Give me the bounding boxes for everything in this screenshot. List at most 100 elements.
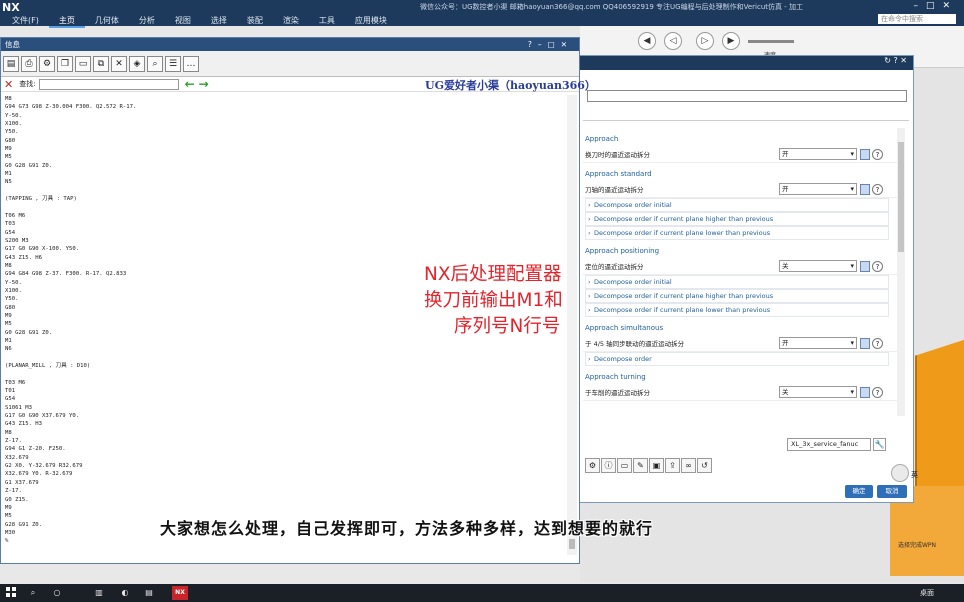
print-icon[interactable]: ⎙ bbox=[21, 55, 37, 72]
code-line: S200 M3 bbox=[5, 237, 29, 244]
next-arrow-icon[interactable]: → bbox=[199, 77, 213, 91]
start-icon[interactable] bbox=[6, 587, 16, 597]
export-icon[interactable]: ⇪ bbox=[665, 458, 680, 473]
decompose-order-row[interactable]: Decompose order if current plane higher … bbox=[585, 289, 889, 303]
tray-label: 桌面 bbox=[920, 589, 934, 597]
app-icon[interactable]: ▥ bbox=[92, 586, 106, 600]
section-header[interactable]: Approach bbox=[583, 132, 905, 146]
menu-item[interactable]: 几何体 bbox=[85, 15, 129, 28]
scrollbar-thumb[interactable] bbox=[898, 142, 904, 252]
clear-icon[interactable]: ✕ bbox=[111, 55, 127, 72]
book-icon[interactable] bbox=[860, 337, 870, 349]
edit-file-icon[interactable]: ✎ bbox=[633, 458, 648, 473]
code-line: Y50. bbox=[5, 129, 19, 136]
menu-item[interactable]: 视图 bbox=[165, 15, 201, 28]
menu-item[interactable]: 选择 bbox=[201, 15, 237, 28]
code-scrollbar[interactable] bbox=[567, 95, 577, 555]
property-select[interactable]: 关 bbox=[779, 386, 857, 398]
window-controls[interactable]: –□✕ bbox=[913, 1, 958, 11]
close-find-icon[interactable]: ✕ bbox=[4, 78, 13, 91]
duplicate-icon[interactable]: ⧉ bbox=[93, 55, 109, 72]
decompose-order-row[interactable]: Decompose order if current plane lower t… bbox=[585, 226, 889, 240]
book-icon[interactable] bbox=[860, 148, 870, 160]
wrench-icon[interactable]: 🔧 bbox=[873, 438, 886, 451]
paste-icon[interactable]: ▭ bbox=[75, 55, 91, 72]
book-icon[interactable] bbox=[860, 183, 870, 195]
folder-icon[interactable]: ▭ bbox=[617, 458, 632, 473]
help-icon[interactable]: ? bbox=[894, 56, 898, 65]
post-file-select[interactable]: XL_3x_service_fanuc bbox=[787, 438, 871, 451]
task-view-icon[interactable]: ○ bbox=[50, 586, 64, 600]
code-line: M9 bbox=[5, 504, 12, 511]
filter-field[interactable] bbox=[587, 90, 907, 102]
speed-slider[interactable] bbox=[748, 40, 794, 43]
help-icon[interactable]: ? bbox=[872, 260, 883, 272]
menu-item[interactable]: 渲染 bbox=[273, 15, 309, 28]
menu-item[interactable]: 装配 bbox=[237, 15, 273, 28]
menu-item[interactable]: 分析 bbox=[129, 15, 165, 28]
help-icon[interactable]: ? bbox=[872, 337, 883, 349]
menu-item[interactable]: 主页 bbox=[48, 15, 85, 28]
find-icon[interactable]: ⌕ bbox=[147, 55, 163, 72]
section-header[interactable]: Approach simultanous bbox=[583, 321, 905, 335]
bookmark-icon[interactable]: ◈ bbox=[129, 55, 145, 72]
info-icon[interactable]: ⓘ bbox=[601, 458, 616, 473]
step-back-icon[interactable]: ◁ bbox=[664, 32, 682, 50]
book-icon[interactable] bbox=[860, 386, 870, 398]
section-header[interactable]: Approach standard bbox=[583, 167, 905, 181]
save-icon[interactable]: ▤ bbox=[3, 55, 19, 72]
copy-icon[interactable]: ❐ bbox=[57, 55, 73, 72]
book-icon[interactable] bbox=[860, 260, 870, 272]
rewind-icon[interactable]: ◀ bbox=[638, 32, 656, 50]
command-search-input[interactable]: 在命令中搜索 bbox=[878, 14, 956, 24]
property-label: 换刀时的逼近运动拆分 bbox=[585, 151, 650, 159]
property-scrollbar[interactable] bbox=[897, 128, 905, 416]
code-line: N5 bbox=[5, 179, 12, 186]
browser-icon[interactable]: ◐ bbox=[118, 586, 132, 600]
ok-button[interactable]: 确定 bbox=[845, 485, 873, 498]
menu-item[interactable]: 应用模块 bbox=[345, 15, 397, 28]
section-header[interactable]: Approach positioning bbox=[583, 244, 905, 258]
find-input[interactable] bbox=[38, 78, 179, 90]
settings-icon[interactable]: ⚙ bbox=[585, 458, 600, 473]
cancel-button[interactable]: 取消 bbox=[877, 485, 907, 498]
search-icon[interactable]: ⌕ bbox=[26, 586, 40, 600]
help-icon[interactable]: ? bbox=[872, 148, 883, 160]
taskbar: ⌕ ○ ▥ ◐ ▤ NX 桌面 bbox=[0, 584, 964, 602]
decompose-order-row[interactable]: Decompose order if current plane higher … bbox=[585, 212, 889, 226]
property-select[interactable]: 开 bbox=[779, 337, 857, 349]
decompose-order-row[interactable]: Decompose order initial bbox=[585, 198, 889, 212]
explorer-icon[interactable]: ▤ bbox=[142, 586, 156, 600]
property-select[interactable]: 关 bbox=[779, 260, 857, 272]
menu-item[interactable]: 文件(F) bbox=[2, 15, 49, 28]
property-list[interactable]: Approach换刀时的逼近运动拆分开?Approach standard刀轴的… bbox=[583, 128, 905, 416]
more-icon[interactable]: … bbox=[183, 55, 199, 72]
list-icon[interactable]: ☰ bbox=[165, 55, 181, 72]
author-watermark: UG爱好者小渠（haoyuan366） bbox=[425, 79, 596, 92]
code-line: G17 G0 G90 X37.679 Y0. bbox=[5, 413, 80, 420]
settings-icon[interactable]: ⚙ bbox=[39, 55, 55, 72]
find-arrows[interactable]: ←→ bbox=[185, 77, 213, 91]
property-select[interactable]: 开 bbox=[779, 183, 857, 195]
code-line: M9 bbox=[5, 146, 12, 153]
section-header[interactable]: Approach turning bbox=[583, 370, 905, 384]
scrollbar-thumb[interactable] bbox=[569, 539, 575, 549]
reset-icon[interactable]: ↻ bbox=[884, 56, 891, 65]
menu-item[interactable]: 工具 bbox=[309, 15, 345, 28]
help-icon[interactable]: ? bbox=[872, 183, 883, 195]
step-forward-icon[interactable]: ▷ bbox=[696, 32, 714, 50]
play-icon[interactable]: ▶ bbox=[722, 32, 740, 50]
close-icon[interactable]: ✕ bbox=[900, 56, 907, 65]
refresh-icon[interactable]: ↺ bbox=[697, 458, 712, 473]
property-select[interactable]: 开 bbox=[779, 148, 857, 160]
property-row: 于 4/5 轴同步联动的逼近运动拆分 开? bbox=[583, 335, 905, 352]
decompose-order-row[interactable]: Decompose order if current plane lower t… bbox=[585, 303, 889, 317]
previous-arrow-icon[interactable]: ← bbox=[185, 77, 199, 91]
save-icon[interactable]: ▣ bbox=[649, 458, 664, 473]
nx-taskbar-icon[interactable]: NX bbox=[172, 586, 188, 600]
info-window-controls[interactable]: ?–□✕ bbox=[528, 38, 573, 51]
link-icon[interactable]: ∞ bbox=[681, 458, 696, 473]
help-icon[interactable]: ? bbox=[872, 386, 883, 398]
decompose-order-row[interactable]: Decompose order initial bbox=[585, 275, 889, 289]
decompose-order-row[interactable]: Decompose order bbox=[585, 352, 889, 366]
